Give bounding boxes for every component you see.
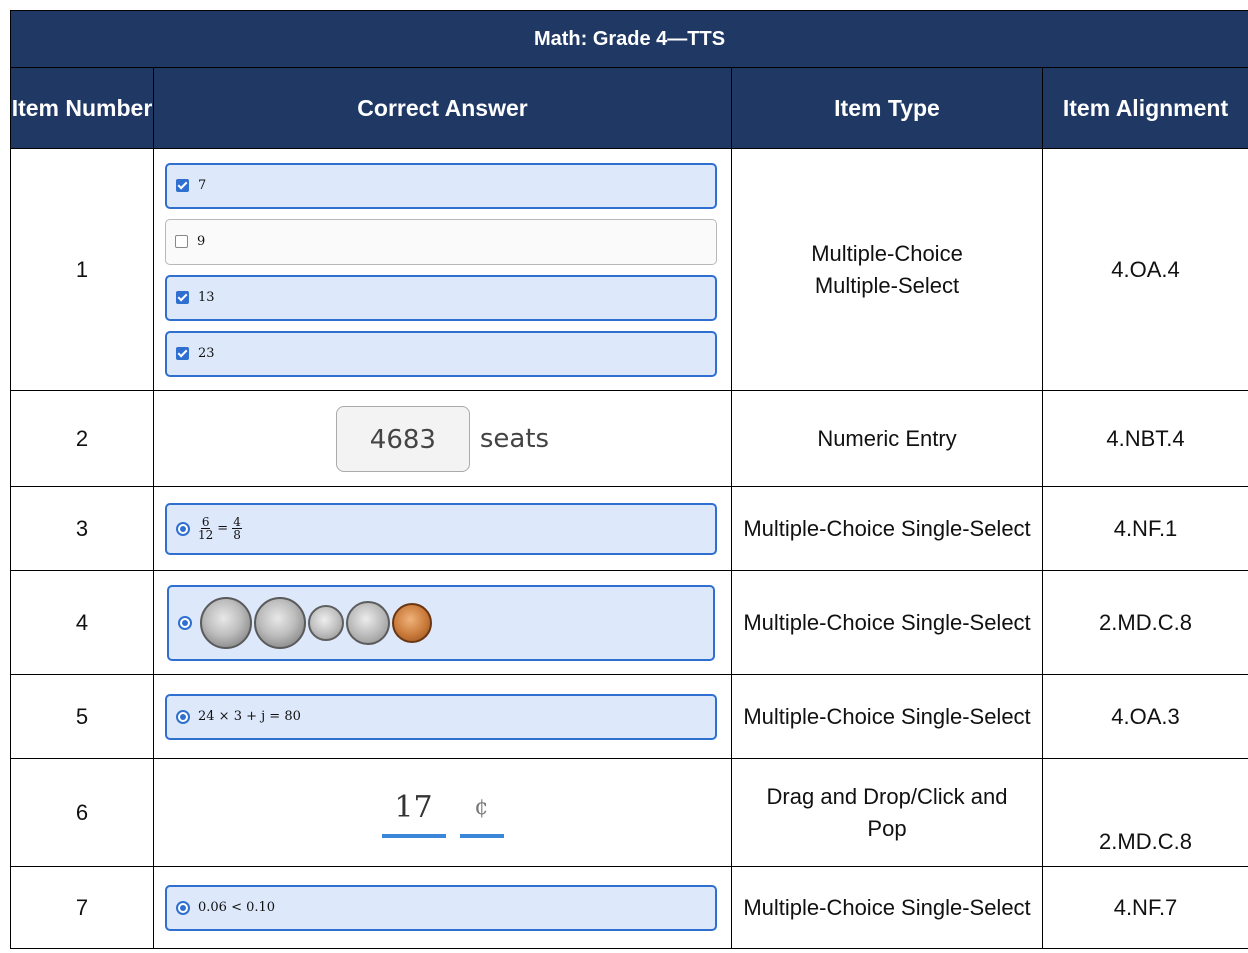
quarter-coin-icon — [200, 596, 252, 649]
header-correct-answer: Correct Answer — [153, 67, 732, 149]
item-type-text: Multiple-Choice Single-Select — [743, 703, 1031, 729]
checkbox-checked-icon[interactable] — [176, 179, 189, 192]
fraction: 48 — [232, 516, 242, 541]
option-label: 13 — [198, 289, 215, 305]
answer-option[interactable]: 6 12 = 48 — [165, 502, 717, 555]
penny-coin-icon — [392, 602, 432, 643]
radio-selected-icon[interactable] — [176, 521, 190, 536]
item-type: Multiple-Choice Single-Select — [731, 866, 1043, 949]
item-number: 4 — [10, 570, 154, 675]
item-type-text: Drag and Drop/Click and Pop — [766, 783, 1008, 841]
table-row: 1 7 9 13 23 Multiple-Choice Multiple-Sel… — [10, 148, 1248, 391]
numeric-entry-field[interactable]: 4683 — [335, 405, 470, 472]
header-item-type: Item Type — [731, 67, 1043, 149]
item-alignment: 4.OA.4 — [1041, 148, 1248, 391]
answer-key-table: Math: Grade 4—TTS Item Number Correct An… — [9, 10, 1248, 949]
item-number: 5 — [10, 674, 154, 759]
answer-option[interactable]: 23 — [165, 330, 717, 377]
drop-zone-underline — [459, 833, 504, 838]
table-row: 5 24 × 3 + j = 80 Multiple-Choice Single… — [10, 674, 1248, 759]
nickel-coin-icon — [346, 600, 390, 645]
answer-option[interactable]: 24 × 3 + j = 80 — [165, 693, 717, 740]
item-number: 1 — [10, 148, 154, 391]
table-row: 2 4683 seats Numeric Entry 4.NBT.4 — [10, 390, 1248, 487]
item-type: Numeric Entry — [731, 390, 1043, 487]
table-row: 6 17 ¢ Drag and Drop/Click and Pop 2.MD.… — [10, 758, 1248, 867]
fraction: 6 12 — [198, 516, 213, 541]
option-label: 7 — [198, 177, 207, 193]
drop-zone-underline — [381, 833, 446, 838]
checkbox-unchecked-icon[interactable] — [175, 235, 188, 248]
answer-option[interactable]: 13 — [165, 274, 717, 321]
item-type: Multiple-Choice Single-Select — [731, 486, 1043, 571]
item-alignment: 4.NF.1 — [1041, 486, 1248, 571]
drop-zone-value[interactable]: 17 — [381, 788, 446, 838]
header-item-alignment: Item Alignment — [1041, 67, 1248, 149]
item-alignment: 4.NBT.4 — [1041, 390, 1248, 487]
item-number: 6 — [10, 758, 154, 867]
item-alignment: 2.MD.C.8 — [1041, 758, 1248, 867]
header-item-number: Item Number — [10, 67, 154, 149]
correct-answer-cell: 17 ¢ — [153, 758, 732, 867]
item-alignment: 4.OA.3 — [1041, 674, 1248, 759]
table-row: 4 Multiple-Choice Single-Select 2.MD.C.8 — [10, 570, 1248, 675]
item-type-text: Multiple-Choice Single-Select — [743, 609, 1031, 635]
unit-label: seats — [479, 423, 550, 454]
answer-option[interactable]: 9 — [165, 218, 717, 265]
correct-answer-cell: 6 12 = 48 — [153, 486, 732, 571]
answer-option[interactable] — [167, 584, 715, 661]
denominator: 8 — [233, 528, 241, 542]
answer-option[interactable]: 7 — [165, 162, 717, 209]
quarter-coin-icon — [254, 596, 306, 649]
table-title: Math: Grade 4—TTS — [9, 10, 1248, 68]
equals-sign: = — [217, 520, 229, 536]
answer-option[interactable]: 0.06 < 0.10 — [165, 884, 717, 931]
item-alignment: 2.MD.C.8 — [1041, 570, 1248, 675]
correct-answer-cell: 7 9 13 23 — [153, 148, 732, 391]
item-type: Drag and Drop/Click and Pop — [731, 758, 1043, 867]
radio-selected-icon[interactable] — [176, 900, 190, 915]
item-number: 7 — [10, 866, 154, 949]
checkbox-checked-icon[interactable] — [176, 347, 189, 360]
table-row: 7 0.06 < 0.10 Multiple-Choice Single-Sel… — [10, 866, 1248, 949]
item-type-text: Multiple-Choice Single-Select — [743, 894, 1031, 920]
dime-coin-icon — [308, 604, 344, 641]
denominator: 12 — [198, 528, 214, 542]
item-type: Multiple-Choice Multiple-Select — [731, 148, 1043, 391]
item-type-text: Multiple-Choice Single-Select — [743, 515, 1031, 541]
option-label: 9 — [197, 233, 206, 249]
item-type-text: Multiple-Choice Multiple-Select — [811, 240, 963, 298]
checkbox-checked-icon[interactable] — [176, 291, 189, 304]
drop-zone-unit[interactable]: ¢ — [459, 788, 504, 838]
radio-selected-icon[interactable] — [178, 615, 192, 630]
dropped-value: 17 — [394, 789, 433, 825]
table-row: 3 6 12 = 48 Multiple-Choice Single-Select… — [10, 486, 1248, 571]
item-type: Multiple-Choice Single-Select — [731, 674, 1043, 759]
option-label: 23 — [198, 345, 215, 361]
item-number: 2 — [10, 390, 154, 487]
correct-answer-cell — [153, 570, 732, 675]
radio-selected-icon[interactable] — [176, 709, 190, 724]
dropped-unit: ¢ — [474, 794, 489, 820]
correct-answer-cell: 24 × 3 + j = 80 — [153, 674, 732, 759]
item-type: Multiple-Choice Single-Select — [731, 570, 1043, 675]
correct-answer-cell: 4683 seats — [153, 390, 732, 487]
math-expression: 0.06 < 0.10 — [198, 899, 276, 915]
item-alignment: 4.NF.7 — [1041, 866, 1248, 949]
correct-answer-cell: 0.06 < 0.10 — [153, 866, 732, 949]
item-number: 3 — [10, 486, 154, 571]
math-expression: 24 × 3 + j = 80 — [198, 708, 301, 724]
